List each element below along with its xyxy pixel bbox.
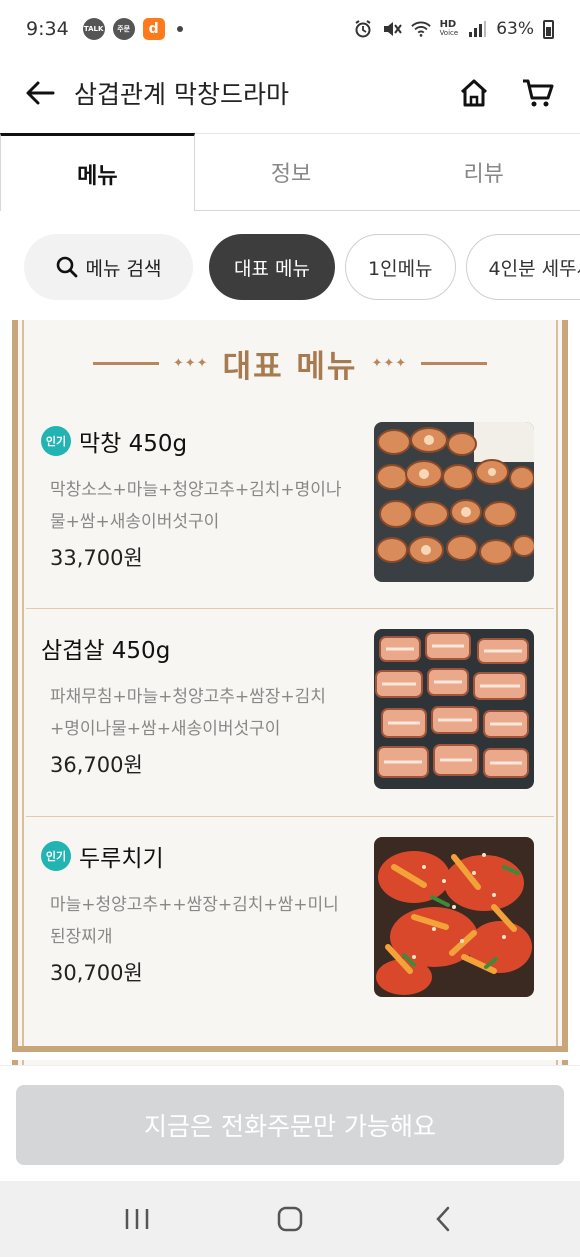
board-frame-left-inner	[22, 320, 24, 1065]
hd-voice-indicator: HD Voice	[439, 19, 459, 38]
menu-item-photo	[374, 629, 534, 789]
recent-apps-button[interactable]	[115, 1197, 159, 1241]
menu-item-name: 삼겹살 450g	[41, 638, 171, 664]
menu-item-description: 마늘+청양고추++쌈장+김치+쌈+미니 된장찌개	[50, 895, 339, 947]
menu-item-name: 두루치기	[79, 846, 164, 872]
heading-ornament-left: ✦✦✦	[172, 355, 209, 371]
menu-item-photo	[374, 422, 534, 582]
menu-item[interactable]: 인기 두루치기 마늘+청양고추++쌈장+김치+쌈+미니 된장찌개 30,700원	[26, 817, 554, 1024]
chevron-left-icon	[436, 1206, 450, 1232]
menu-item-description: 파채무침+마늘+청양고추+쌈장+김치+명이나물+쌈+새송이버섯구이	[50, 687, 326, 739]
section-title: 대표 메뉴	[222, 348, 358, 385]
tab-menu[interactable]: 메뉴	[0, 133, 195, 211]
arrow-left-icon	[26, 81, 55, 105]
tab-bar: 메뉴 정보 리뷰	[0, 133, 580, 211]
heading-rule-left	[92, 361, 159, 365]
status-time: 9:34	[26, 18, 69, 40]
menu-item-description: 막창소스+마늘+청양고추+김치+명이나물+쌈+새송이버섯구이	[50, 480, 342, 532]
menu-item-name: 막창 450g	[79, 431, 188, 457]
wifi-icon	[410, 20, 431, 38]
menu-item[interactable]: 인기 막창 450g 막창소스+마늘+청양고추+김치+명이나물+쌈+새송이버섯구…	[26, 402, 554, 609]
popular-badge: 인기	[41, 426, 71, 456]
heading-rule-right	[421, 361, 488, 365]
category-chips: 메뉴 검색 대표 메뉴 1인메뉴 4인분 세뚜세뚜	[24, 234, 580, 300]
phone-order-only-button[interactable]: 지금은 전화주문만 가능해요	[16, 1085, 564, 1165]
board-frame-left	[12, 320, 18, 1065]
signal-icon	[467, 20, 487, 38]
app-notification-icon: d	[142, 18, 165, 40]
order-notification-icon: 주문	[112, 18, 135, 40]
chip-set-menu-4[interactable]: 4인분 세뚜세뚜	[465, 234, 580, 300]
system-navigation-bar	[0, 1181, 580, 1257]
battery-icon	[543, 19, 554, 39]
menu-search-button[interactable]: 메뉴 검색	[24, 234, 193, 300]
more-notifications-dot	[176, 26, 183, 32]
menu-item-price: 36,700원	[50, 753, 143, 777]
chip-single-menu[interactable]: 1인메뉴	[345, 234, 456, 300]
status-bar: 9:34 TALK 주문 d HD Voice 63%	[0, 0, 580, 58]
board-frame-right	[562, 320, 568, 1065]
app-header: 삼겹관계 막창드라마	[0, 58, 580, 128]
shopping-cart-icon	[523, 79, 554, 107]
menu-board-bottom-frame	[12, 1046, 568, 1060]
heading-ornament-right: ✦✦✦	[371, 355, 408, 371]
mute-icon	[382, 20, 402, 38]
section-heading: ✦✦✦ 대표 메뉴 ✦✦✦	[12, 338, 568, 388]
home-button[interactable]	[454, 73, 494, 113]
recent-apps-icon	[125, 1209, 148, 1229]
battery-percent: 63%	[496, 19, 534, 39]
cart-button[interactable]	[518, 73, 558, 113]
home-system-button[interactable]	[268, 1197, 312, 1241]
alarm-icon	[353, 20, 373, 38]
tab-reviews[interactable]: 리뷰	[387, 133, 580, 210]
kakaotalk-icon: TALK	[82, 18, 105, 40]
menu-item-photo	[374, 837, 534, 997]
popular-badge: 인기	[41, 841, 71, 871]
board-frame-right-inner	[556, 320, 558, 1065]
tab-info[interactable]: 정보	[194, 133, 388, 210]
chip-signature-menu[interactable]: 대표 메뉴	[209, 234, 335, 300]
back-system-button[interactable]	[421, 1197, 465, 1241]
home-icon	[460, 79, 488, 107]
page-title: 삼겹관계 막창드라마	[74, 80, 289, 109]
home-square-icon	[277, 1206, 303, 1232]
order-cta-bar: 지금은 전화주문만 가능해요	[0, 1065, 580, 1181]
menu-item[interactable]: 삼겹살 450g 파채무침+마늘+청양고추+쌈장+김치+명이나물+쌈+새송이버섯…	[26, 609, 554, 816]
menu-search-label: 메뉴 검색	[85, 257, 162, 280]
menu-board: ✦✦✦ 대표 메뉴 ✦✦✦ 인기 막창 450g 막창소스+마늘+청양고추+김치…	[12, 320, 568, 1065]
back-button[interactable]	[22, 75, 58, 111]
search-icon	[56, 256, 77, 278]
menu-item-price: 30,700원	[50, 961, 143, 985]
menu-item-price: 33,700원	[50, 546, 143, 570]
